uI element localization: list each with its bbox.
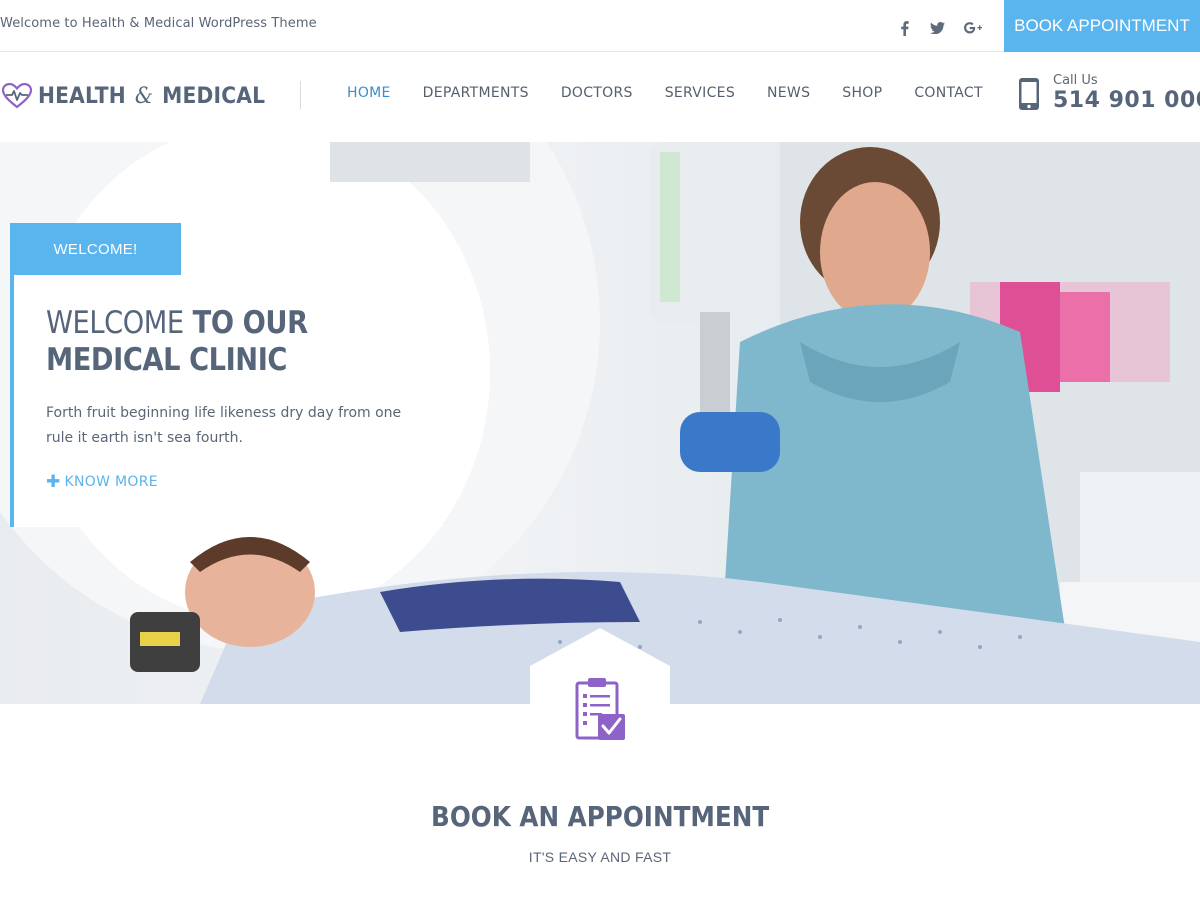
nav-news[interactable]: NEWS bbox=[751, 85, 826, 101]
hero-description: Forth fruit beginning life likeness dry … bbox=[46, 405, 402, 446]
welcome-tab: WELCOME! bbox=[10, 223, 181, 275]
appointment-title: BOOK AN APPOINTMENT bbox=[430, 800, 770, 833]
know-more-link[interactable]: ✚ KNOW MORE bbox=[46, 472, 158, 492]
appointment-subtitle: IT'S EASY AND FAST bbox=[528, 849, 672, 865]
top-bar: Welcome to Health & Medical WordPress Th… bbox=[0, 0, 1200, 52]
nav-services[interactable]: SERVICES bbox=[649, 85, 751, 101]
site-logo[interactable]: HEALTH & MEDICAL bbox=[2, 81, 285, 111]
logo-divider bbox=[300, 81, 301, 109]
nav-departments[interactable]: DEPARTMENTS bbox=[407, 85, 545, 101]
twitter-icon[interactable] bbox=[927, 18, 947, 38]
plus-icon: ✚ bbox=[46, 472, 61, 492]
nav-contact[interactable]: CONTACT bbox=[898, 85, 999, 101]
nav-shop[interactable]: SHOP bbox=[826, 85, 898, 101]
facebook-icon[interactable] bbox=[894, 18, 914, 38]
welcome-message: Welcome to Health & Medical WordPress Th… bbox=[0, 16, 317, 31]
phone-number[interactable]: 514 901 0000 bbox=[1053, 88, 1200, 113]
nav-doctors[interactable]: DOCTORS bbox=[545, 85, 649, 101]
hero-title: WELCOME TO OUR MEDICAL CLINIC bbox=[46, 305, 308, 378]
logo-text: HEALTH & MEDICAL bbox=[38, 83, 266, 109]
appointment-badge bbox=[530, 628, 670, 748]
book-appointment-button[interactable]: BOOK APPOINTMENT bbox=[1004, 0, 1200, 52]
hero-banner: WELCOME! WELCOME TO OUR MEDICAL CLINIC F… bbox=[0, 142, 1200, 704]
heart-pulse-icon bbox=[2, 83, 32, 109]
know-more-label: KNOW MORE bbox=[64, 474, 158, 490]
main-header: HEALTH & MEDICAL HOME DEPARTMENTS DOCTOR… bbox=[0, 53, 1200, 142]
main-nav: HOME DEPARTMENTS DOCTORS SERVICES NEWS S… bbox=[331, 85, 999, 101]
mobile-phone-icon bbox=[1019, 78, 1039, 110]
hero-card: WELCOME TO OUR MEDICAL CLINIC Forth frui… bbox=[10, 275, 443, 527]
call-us-label: Call Us bbox=[1053, 73, 1098, 88]
google-plus-icon[interactable] bbox=[963, 18, 983, 38]
nav-home[interactable]: HOME bbox=[331, 85, 407, 101]
